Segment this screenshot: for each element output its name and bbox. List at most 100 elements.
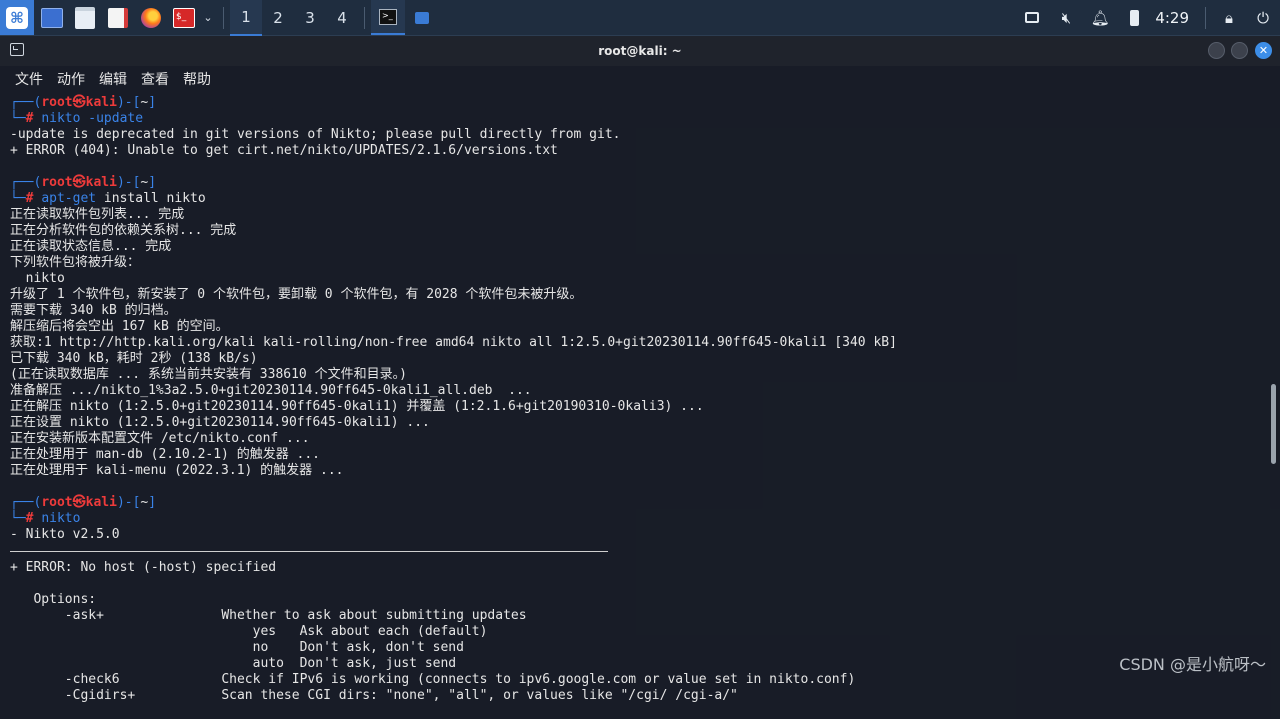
scrollbar-thumb[interactable]: [1271, 384, 1276, 464]
output-line: 正在读取软件包列表... 完成: [10, 207, 1260, 223]
prompt-end: ]: [148, 175, 157, 190]
output-line: no Don't ask, don't send: [10, 640, 1260, 656]
output-line: 正在解压 nikto (1:2.5.0+git20230114.90ff645-…: [10, 399, 1260, 415]
menu-view[interactable]: 查看: [127, 69, 169, 89]
output-text: 升级了 1 个软件包，新安装了 0 个软件包，要卸载 0 个软件包，有 2028…: [10, 287, 583, 302]
output-line: nikto: [10, 271, 1260, 287]
top-panel: ⌘ $_ ⌄ 1 2 3 4 >_ 🔇︎ 🔔︎ 4:29 🔒︎ ⏻: [0, 0, 1280, 36]
display-icon[interactable]: [1015, 0, 1049, 35]
output-line: -Cgidirs+ Scan these CGI dirs: "none", "…: [10, 688, 1260, 704]
watermark: CSDN @是小航呀～: [1119, 655, 1266, 674]
output-text: 正在解压 nikto (1:2.5.0+git20230114.90ff645-…: [10, 399, 704, 414]
output-text: -update is deprecated in git versions of…: [10, 127, 621, 142]
file-manager-icon[interactable]: [70, 0, 100, 35]
output-text: 正在设置 nikto (1:2.5.0+git20230114.90ff645-…: [10, 415, 430, 430]
bell-icon[interactable]: 🔔︎: [1083, 0, 1117, 35]
output-line: 正在安装新版本配置文件 /etc/nikto.conf ...: [10, 431, 1260, 447]
terminal-icon[interactable]: $_: [169, 0, 199, 35]
output-line: 正在处理用于 kali-menu (2022.3.1) 的触发器 ...: [10, 463, 1260, 479]
menu-action[interactable]: 动作: [43, 69, 85, 89]
panel-separator: [223, 6, 224, 29]
output-line: + ERROR: No host (-host) specified: [10, 560, 1260, 576]
output-line: 需要下载 340 kB 的归档。: [10, 303, 1260, 319]
clock[interactable]: 4:29: [1151, 9, 1199, 27]
output-text: -Cgidirs+ Scan these CGI dirs: "none", "…: [10, 688, 738, 703]
window-title: root@kali: ~: [598, 44, 682, 58]
output-text: 下列软件包将被升级：: [10, 255, 141, 270]
output-text: nikto: [10, 271, 65, 286]
output-text: 正在安装新版本配置文件 /etc/nikto.conf ...: [10, 431, 310, 446]
prompt-user: root㉿kali: [41, 95, 117, 110]
prompt-line: ┌──(root㉿kali)-[~]: [10, 95, 1260, 111]
kali-menu-icon[interactable]: ⌘: [0, 0, 34, 35]
system-tray: 🔇︎ 🔔︎ 4:29 🔒︎ ⏻: [1015, 0, 1280, 35]
output-line: + ERROR (404): Unable to get cirt.net/ni…: [10, 143, 1260, 159]
prompt-line: ┌──(root㉿kali)-[~]: [10, 495, 1260, 511]
terminal-window-icon[interactable]: [10, 43, 24, 56]
prompt-open: ┌──(: [10, 175, 42, 190]
output-line: auto Don't ask, just send: [10, 656, 1260, 672]
mute-icon[interactable]: 🔇︎: [1049, 0, 1083, 35]
output-text: - Nikto v2.5.0: [10, 527, 120, 542]
battery-icon[interactable]: [1117, 0, 1151, 35]
prompt-hash: #: [25, 111, 42, 126]
title-bar[interactable]: root@kali: ~ ✕: [0, 36, 1280, 66]
workspace-3[interactable]: 3: [294, 0, 326, 35]
output-text: + ERROR (404): Unable to get cirt.net/ni…: [10, 143, 558, 158]
workspace-1[interactable]: 1: [230, 0, 262, 36]
output-line: 正在处理用于 man-db (2.10.2-1) 的触发器 ...: [10, 447, 1260, 463]
output-text: 正在处理用于 kali-menu (2022.3.1) 的触发器 ...: [10, 463, 344, 478]
terminal-window-icon[interactable]: >_: [371, 0, 405, 35]
menu-help[interactable]: 帮助: [169, 69, 211, 89]
panel-separator: [364, 6, 365, 29]
command-args: install nikto: [96, 191, 206, 206]
output-line: 正在分析软件包的依赖关系树... 完成: [10, 223, 1260, 239]
output-line: -ask+ Whether to ask about submitting up…: [10, 608, 1260, 624]
output-line: 下列软件包将被升级：: [10, 255, 1260, 271]
command-line: └─# nikto -update: [10, 111, 1260, 127]
prompt-second: └─: [10, 191, 26, 206]
panel-separator: [1205, 6, 1206, 29]
output-text: -check6 Check if IPv6 is working (connec…: [10, 672, 856, 687]
output-line: 正在读取状态信息... 完成: [10, 239, 1260, 255]
chevron-down-icon[interactable]: ⌄: [199, 0, 217, 35]
output-text: -ask+ Whether to ask about submitting up…: [10, 608, 527, 623]
terminal-output[interactable]: ┌──(root㉿kali)-[~] └─# nikto -update -upda…: [10, 95, 1260, 704]
prompt-open: ┌──(: [10, 95, 42, 110]
close-button[interactable]: ✕: [1255, 42, 1272, 59]
menu-edit[interactable]: 编辑: [85, 69, 127, 89]
workspace-4[interactable]: 4: [326, 0, 358, 35]
prompt-end: ]: [148, 495, 157, 510]
power-icon[interactable]: ⏻: [1246, 0, 1280, 35]
output-line: - Nikto v2.5.0: [10, 527, 1260, 543]
menu-bar: 文件 动作 编辑 查看 帮助: [0, 66, 1280, 92]
files-window-icon[interactable]: [405, 0, 439, 35]
output-text: 获取:1 http://http.kali.org/kali kali-roll…: [10, 335, 897, 350]
output-line: -check6 Check if IPv6 is working (connec…: [10, 672, 1260, 688]
output-text: 准备解压 .../nikto_1%3a2.5.0+git20230114.90f…: [10, 383, 532, 398]
desktop-icon[interactable]: [37, 0, 67, 35]
menu-file[interactable]: 文件: [0, 69, 43, 89]
output-line: 解压缩后将会空出 167 kB 的空间。: [10, 319, 1260, 335]
output-text: 解压缩后将会空出 167 kB 的空间。: [10, 319, 229, 334]
workspace-2[interactable]: 2: [262, 0, 294, 35]
output-line: 已下载 340 kB，耗时 2秒 (138 kB/s): [10, 351, 1260, 367]
output-text: 已下载 340 kB，耗时 2秒 (138 kB/s): [10, 351, 258, 366]
prompt-second: └─: [10, 111, 26, 126]
command-name: nikto: [41, 511, 81, 526]
output-text: 正在读取软件包列表... 完成: [10, 207, 185, 222]
minimize-button[interactable]: [1208, 42, 1225, 59]
maximize-button[interactable]: [1231, 42, 1248, 59]
text-editor-icon[interactable]: [103, 0, 133, 35]
output-text: + ERROR: No host (-host) specified: [10, 560, 277, 575]
lock-icon[interactable]: 🔒︎: [1212, 0, 1246, 35]
command-args: -update: [80, 111, 144, 126]
firefox-icon[interactable]: [136, 0, 166, 35]
prompt-close: )-[: [116, 495, 141, 510]
prompt-end: ]: [148, 95, 157, 110]
prompt-user: root㉿kali: [41, 495, 117, 510]
